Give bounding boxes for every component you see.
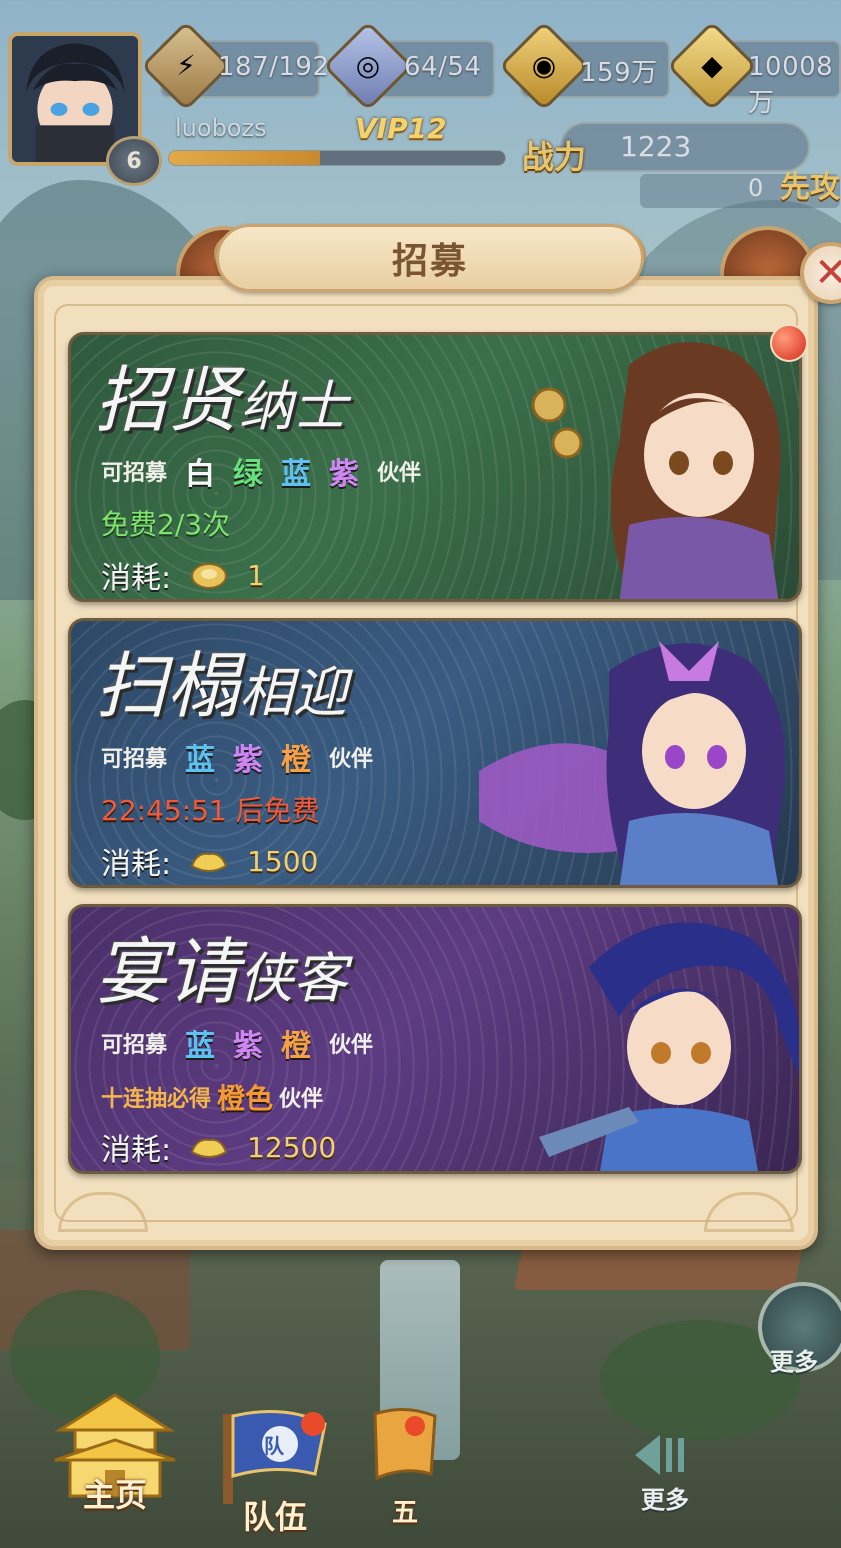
five-banner-icon [373, 1408, 437, 1481]
combat-power-label: 战力 [522, 138, 587, 176]
notification-dot-icon [770, 324, 808, 362]
hero-swordsman-icon [539, 922, 799, 1171]
cost-label: 消耗: [101, 1133, 172, 1168]
player-level-badge: 6 [106, 136, 162, 186]
stamina-value: 187/192 [218, 52, 330, 82]
cost-value: 1500 [247, 844, 319, 878]
team-badge-text: 队 [264, 1434, 284, 1458]
cost-label: 消耗: [101, 847, 172, 882]
more-label: 更多 [770, 1348, 818, 1376]
coin-value: 159万 [580, 58, 658, 88]
partner-label: 伙伴 [329, 747, 374, 772]
ingot-value: 10008万 [748, 52, 834, 118]
bottom-nav: 主页 队伍 队 五 更多 [0, 1390, 841, 1548]
nav-team[interactable]: 队伍 [205, 1404, 345, 1538]
quality-white: 白 [185, 457, 216, 492]
player-level: 6 [126, 148, 142, 174]
cost-row: 消耗: 1 [101, 553, 265, 597]
gold-ingot-icon [190, 1138, 228, 1158]
free-status-row: 免费2/3次 [101, 503, 230, 543]
recruit-label: 可招募 [101, 461, 168, 486]
cost-row: 消耗: 1500 [101, 839, 318, 883]
card-title: 招贤纳士 [95, 358, 348, 442]
free-count: 免费2/3次 [101, 508, 231, 541]
recruit-card-premium[interactable]: 宴请侠客 可招募 蓝 紫 橙 伙伴 十连抽必得 橙色 伙伴 消耗: 12500 [68, 904, 802, 1174]
timer-row: 22:45:51 后免费 [101, 789, 320, 829]
recruit-token-icon [191, 563, 228, 589]
card-title: 扫榻相迎 [95, 644, 348, 728]
quality-purple: 紫 [233, 1029, 264, 1064]
nav-team-label: 队伍 [242, 1498, 307, 1536]
top-hud: 6 ⚡ 187/192 ◎ 64/54 ◉ 159万 ◆ 10008万 luob… [0, 0, 841, 215]
player-username: luobozs [175, 114, 267, 142]
quality-blue: 蓝 [185, 743, 216, 778]
gold-ingot-icon [190, 852, 228, 872]
nav-five-label: 五 [391, 1498, 418, 1528]
card-quality-row: 可招募 蓝 紫 橙 伙伴 [101, 1021, 373, 1065]
nav-five[interactable]: 五 [365, 1404, 445, 1529]
experience-bar [168, 150, 506, 166]
cost-value: 1 [247, 558, 265, 592]
hero-girl-brown-hair-icon [531, 342, 781, 599]
quality-green: 绿 [233, 457, 264, 492]
vip-level[interactable]: VIP12 [355, 112, 447, 145]
close-icon: ✕ [814, 250, 841, 296]
card-quality-row: 可招募 白 绿 蓝 紫 伙伴 [101, 449, 421, 493]
initiative-label: 先攻 [780, 170, 840, 205]
quality-purple: 紫 [233, 743, 264, 778]
nav-home-label: 主页 [82, 1476, 147, 1514]
free-countdown: 22:45:51 后免费 [101, 794, 320, 827]
hero-girl-fan-icon [479, 641, 785, 885]
quality-purple: 紫 [329, 457, 360, 492]
quality-orange: 橙 [281, 1029, 312, 1064]
panel-title: 招募 [391, 241, 468, 282]
nav-more[interactable]: 更多 [630, 1430, 700, 1515]
partner-label: 伙伴 [279, 1087, 324, 1112]
ten-pull-quality: 橙色 [217, 1082, 274, 1115]
recruit-label: 可招募 [101, 1033, 168, 1058]
panel-title-plate: 招募 [216, 224, 644, 292]
partner-label: 伙伴 [329, 1033, 374, 1058]
cost-value: 12500 [247, 1130, 337, 1164]
card-title: 宴请侠客 [95, 930, 348, 1014]
ten-pull-guarantee: 十连抽必得 [101, 1087, 212, 1112]
quality-blue: 蓝 [281, 457, 312, 492]
recruit-card-common[interactable]: 招贤纳士 可招募 白 绿 蓝 紫 伙伴 免费2/3次 消耗: 1 [68, 332, 802, 602]
cost-label: 消耗: [101, 561, 172, 596]
recruit-label: 可招募 [101, 747, 168, 772]
ten-pull-row: 十连抽必得 橙色 伙伴 [101, 1077, 323, 1117]
nav-home[interactable]: 主页 [50, 1390, 180, 1516]
experience-fill [169, 151, 321, 165]
card-quality-row: 可招募 蓝 紫 橙 伙伴 [101, 735, 373, 779]
partner-label: 伙伴 [377, 461, 422, 486]
combat-power-value: 1223 [620, 130, 692, 163]
recruit-card-advanced[interactable]: 扫榻相迎 可招募 蓝 紫 橙 伙伴 22:45:51 后免费 消耗: 1500 [68, 618, 802, 888]
more-arrows-icon [635, 1435, 684, 1475]
quality-orange: 橙 [281, 743, 312, 778]
quality-blue: 蓝 [185, 1029, 216, 1064]
initiative-value: 0 [748, 174, 764, 202]
cost-row: 消耗: 12500 [101, 1125, 336, 1169]
spirit-value: 64/54 [404, 52, 482, 82]
nav-more-label: 更多 [641, 1486, 689, 1514]
